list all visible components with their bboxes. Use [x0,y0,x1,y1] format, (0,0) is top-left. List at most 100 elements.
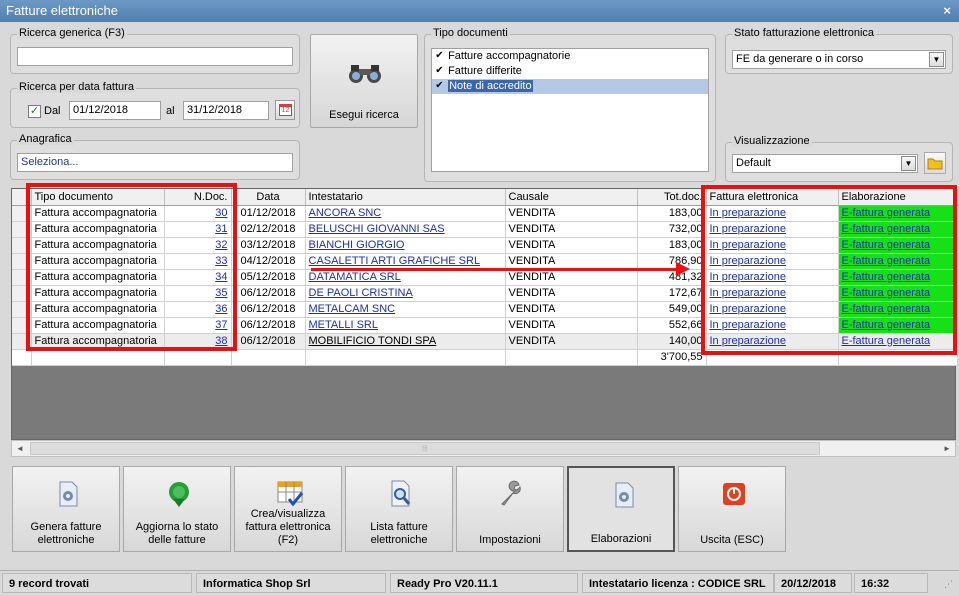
col-header[interactable]: Elaborazione [838,189,958,206]
cell-link[interactable]: DE PAOLI CRISTINA [309,287,413,299]
table-cell[interactable]: In preparazione [706,301,839,318]
col-header[interactable]: N.Doc. [164,189,232,206]
doc-type-checkbox[interactable]: ✔ [434,50,445,62]
cell-link[interactable]: In preparazione [710,319,786,331]
table-row[interactable]: Fattura accompagnatoria 31 02/12/2018 BELUS… [12,221,958,238]
table-cell[interactable]: METALLI SRL [305,317,506,334]
horizontal-scrollbar[interactable]: ◄ ⦙⦙⦙ ► [11,440,956,457]
resize-grip-icon[interactable]: ⋰ [944,579,953,590]
cell-link[interactable]: E-fattura generata [842,287,931,299]
generic-search-input[interactable] [17,47,293,66]
uscita-button[interactable]: Uscita (ESC) [678,466,786,552]
table-cell[interactable]: In preparazione [706,205,839,222]
close-icon[interactable]: × [943,0,951,22]
table-cell[interactable]: 35 [164,285,232,302]
table-cell[interactable]: In preparazione [706,253,839,270]
cell-link[interactable]: ANCORA SNC [309,207,382,219]
table-cell[interactable]: 34 [164,269,232,286]
scroll-thumb[interactable]: ⦙⦙⦙ [30,442,820,455]
dal-checkbox[interactable]: ✓ [28,105,41,118]
col-header[interactable]: Tot.doc. [637,189,707,206]
table-cell[interactable]: ANCORA SNC [305,205,506,222]
cell-link[interactable]: In preparazione [710,335,786,347]
anagrafica-input[interactable]: Seleziona... [17,153,293,172]
cell-link[interactable]: E-fattura generata [842,303,931,315]
cell-link[interactable]: In preparazione [710,255,786,267]
cell-link[interactable]: In preparazione [710,287,786,299]
cell-link[interactable]: E-fattura generata [842,335,931,347]
doc-type-item[interactable]: ✔ Fatture accompagnatorie [432,49,708,64]
cell-link[interactable]: 37 [215,319,227,331]
cell-link[interactable]: E-fattura generata [842,223,931,235]
table-row[interactable]: Fattura accompagnatoria 38 06/12/2018 MOBIL… [12,333,958,350]
doc-type-item[interactable]: ✔ Fatture differite [432,64,708,79]
cell-link[interactable]: E-fattura generata [842,271,931,283]
chevron-down-icon[interactable]: ▼ [929,52,944,67]
table-cell[interactable]: MOBILIFICIO TONDI SPA [305,333,506,350]
scroll-right-icon[interactable]: ► [939,441,955,456]
search-button[interactable]: Esegui ricerca [310,34,418,128]
table-cell[interactable]: 38 [164,333,232,350]
cell-link[interactable]: E-fattura generata [842,239,931,251]
table-cell[interactable]: In preparazione [706,237,839,254]
cell-link[interactable]: 30 [215,207,227,219]
cell-link[interactable]: BELUSCHI GIOVANNI SAS [309,223,445,235]
table-cell[interactable]: DATAMATICA SRL [305,269,506,286]
table-cell[interactable]: E-fattura generata [838,253,958,270]
cell-link[interactable]: 36 [215,303,227,315]
cell-link[interactable]: E-fattura generata [842,207,931,219]
cell-link[interactable]: DATAMATICA SRL [309,271,401,283]
view-select[interactable]: Default ▼ [732,154,918,173]
table-cell[interactable]: E-fattura generata [838,269,958,286]
table-cell[interactable]: CASALETTI ARTI GRAFICHE SRL [305,253,506,270]
table-row[interactable]: Fattura accompagnatoria 30 01/12/2018 ANCOR… [12,205,958,222]
aggiorna-stato-button[interactable]: Aggiorna lo stato delle fatture [123,466,231,552]
cell-link[interactable]: In preparazione [710,207,786,219]
table-cell[interactable]: In preparazione [706,269,839,286]
table-cell[interactable]: E-fattura generata [838,301,958,318]
fe-status-select[interactable]: FE da generare o in corso ▼ [732,50,946,69]
table-cell[interactable]: E-fattura generata [838,205,958,222]
table-cell[interactable]: E-fattura generata [838,221,958,238]
cell-link[interactable]: 33 [215,255,227,267]
lista-fatture-button[interactable]: Lista fatture elettroniche [345,466,453,552]
table-cell[interactable]: E-fattura generata [838,237,958,254]
table-cell[interactable]: E-fattura generata [838,333,958,350]
cell-link[interactable]: METALLI SRL [309,319,379,331]
table-row[interactable]: Fattura accompagnatoria 35 06/12/2018 DE PA… [12,285,958,302]
cell-link[interactable]: 38 [215,335,227,347]
table-row[interactable]: Fattura accompagnatoria 36 06/12/2018 METAL… [12,301,958,318]
table-cell[interactable]: 37 [164,317,232,334]
table-row[interactable]: Fattura accompagnatoria 32 03/12/2018 BIANC… [12,237,958,254]
col-header[interactable]: Causale [505,189,638,206]
col-header[interactable]: Tipo documento [31,189,165,206]
cell-link[interactable]: CASALETTI ARTI GRAFICHE SRL [309,255,481,267]
table-cell[interactable]: 31 [164,221,232,238]
table-cell[interactable]: 30 [164,205,232,222]
table-cell[interactable]: In preparazione [706,221,839,238]
table-cell[interactable]: METALCAM SNC [305,301,506,318]
table-cell[interactable]: 36 [164,301,232,318]
col-header[interactable]: Data [231,189,306,206]
table-row[interactable]: Fattura accompagnatoria 33 04/12/2018 CASAL… [12,253,958,270]
calendar-button[interactable]: 12 [275,100,295,120]
table-cell[interactable]: E-fattura generata [838,317,958,334]
table-cell[interactable]: E-fattura generata [838,285,958,302]
table-cell[interactable]: BELUSCHI GIOVANNI SAS [305,221,506,238]
folder-button[interactable] [924,152,946,174]
cell-link[interactable]: 31 [215,223,227,235]
scroll-left-icon[interactable]: ◄ [12,441,28,456]
doc-type-checkbox[interactable]: ✔ [434,80,445,92]
table-cell[interactable]: In preparazione [706,333,839,350]
impostazioni-button[interactable]: Impostazioni [456,466,564,552]
crea-fattura-button[interactable]: Crea/visualizza fattura elettronica (F2) [234,466,342,552]
cell-link[interactable]: BIANCHI GIORGIO [309,239,405,251]
table-cell[interactable]: In preparazione [706,317,839,334]
cell-link[interactable]: METALCAM SNC [309,303,396,315]
cell-link[interactable]: E-fattura generata [842,319,931,331]
cell-link[interactable]: In preparazione [710,303,786,315]
doc-type-checkbox[interactable]: ✔ [434,65,445,77]
date-to-input[interactable]: 31/12/2018 [183,101,269,120]
cell-link[interactable]: In preparazione [710,239,786,251]
elaborazioni-button[interactable]: Elaborazioni [567,466,675,552]
